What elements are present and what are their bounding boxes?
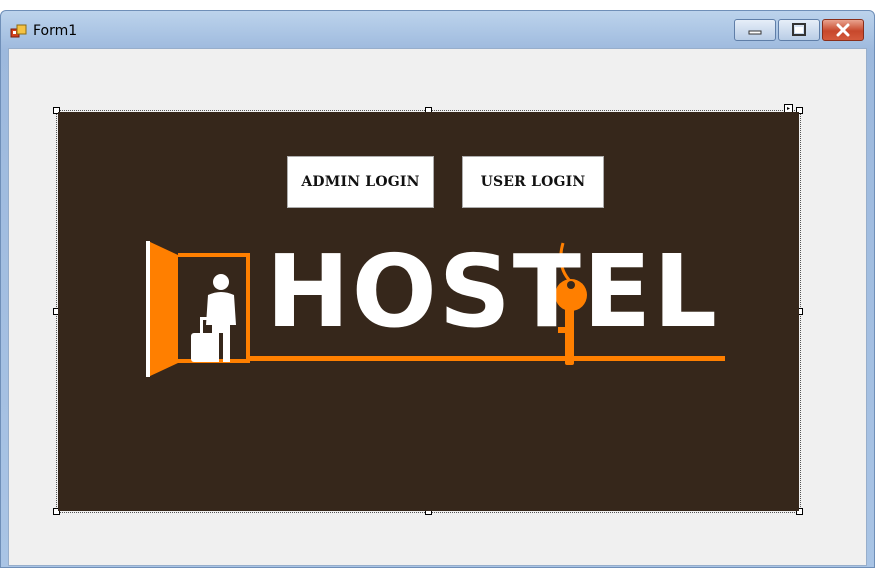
close-button[interactable]	[822, 19, 864, 41]
form-client-area: ▸ ADMIN LOGIN USER LOGIN HOSTEL	[8, 48, 867, 566]
minimize-button[interactable]	[734, 19, 776, 41]
minimize-icon	[748, 30, 762, 35]
user-login-button[interactable]: USER LOGIN	[462, 156, 604, 208]
maximize-icon	[792, 23, 806, 36]
hostel-logo-text: HOSTEL	[266, 233, 719, 350]
app-icon	[10, 24, 27, 38]
window-title: Form1	[33, 23, 78, 39]
form-window: Form1 ▸ ADMIN LOGIN USER LOGIN HOSTEL	[0, 10, 875, 568]
hostel-banner-panel: ADMIN LOGIN USER LOGIN HOSTEL	[58, 112, 799, 511]
title-bar[interactable]: Form1	[1, 11, 874, 47]
maximize-button[interactable]	[778, 19, 820, 41]
admin-login-button[interactable]: ADMIN LOGIN	[287, 156, 434, 208]
close-icon	[836, 23, 850, 37]
